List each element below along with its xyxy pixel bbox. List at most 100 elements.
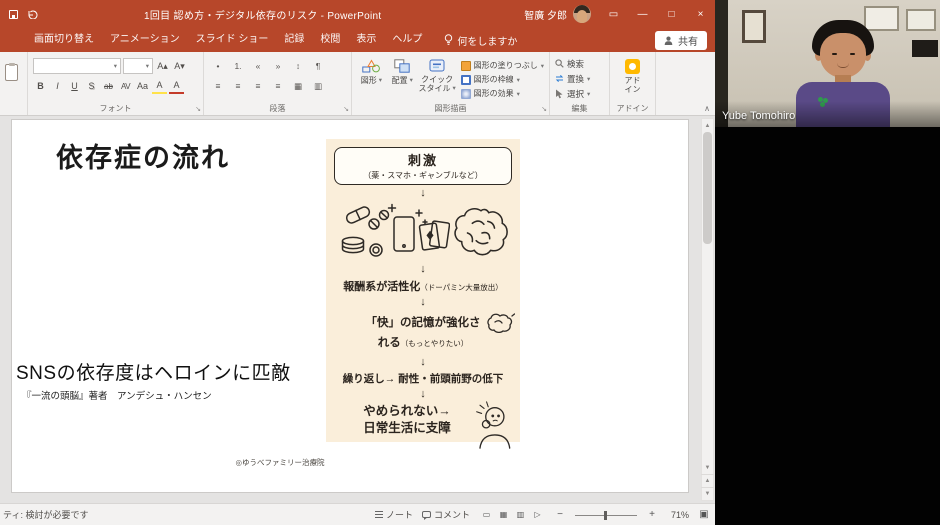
dialog-launcher-icon[interactable]: ↘ xyxy=(541,105,547,113)
zoom-slider[interactable] xyxy=(575,509,637,521)
quick-access-toolbar xyxy=(0,10,38,19)
fit-slide-button[interactable]: ▣ xyxy=(698,509,710,520)
font-format-button[interactable]: Aa xyxy=(135,78,150,95)
font-format-button[interactable]: A xyxy=(152,79,167,94)
addins-group: アド イン アドイン xyxy=(610,52,656,115)
alignment-button[interactable]: ≡ xyxy=(269,78,287,95)
notes-button[interactable]: ノート xyxy=(375,508,413,521)
scroll-up-button[interactable]: ▲ xyxy=(701,119,714,132)
comments-button[interactable]: コメント xyxy=(422,508,470,521)
paragraph-button[interactable]: « xyxy=(249,58,267,75)
font-format-button[interactable]: A xyxy=(169,79,184,94)
collapse-ribbon-button[interactable]: ∧ xyxy=(704,104,710,113)
zoom-out-button[interactable]: − xyxy=(554,509,566,520)
addiction-flowchart[interactable]: 刺激 （薬・スマホ・ギャンブルなど） ↓ xyxy=(326,139,520,442)
user-avatar[interactable] xyxy=(573,5,591,23)
paragraph-button[interactable]: ¶ xyxy=(309,58,327,75)
video-thumbnail[interactable]: Yube Tomohiro xyxy=(715,0,940,127)
alignment-button[interactable]: ▥ xyxy=(309,78,327,95)
scrollbar-thumb[interactable] xyxy=(703,132,712,244)
share-button[interactable]: 共有 xyxy=(655,31,707,50)
scroll-down-button[interactable]: ▼ xyxy=(701,461,714,474)
quick-styles-icon xyxy=(429,59,445,72)
down-arrow: ↓ xyxy=(420,188,426,199)
paragraph-button[interactable]: • xyxy=(209,58,227,75)
alignment-button[interactable]: ≡ xyxy=(249,78,267,95)
quick-styles-button[interactable]: クイック スタイル▾ xyxy=(419,56,456,100)
slide-claim-text[interactable]: SNSの依存度はヘロインに匹敵 xyxy=(16,358,291,385)
chevron-down-icon: ▾ xyxy=(146,62,149,70)
title-bar: 1回目 認め方・デジタル依存のリスク - PowerPoint 智廣 夕郎 ▭ … xyxy=(0,0,715,28)
pills-coins-cards-phone-icon xyxy=(338,203,450,261)
font-format-button[interactable]: AV xyxy=(118,78,133,95)
slide-title[interactable]: 依存症の流れ xyxy=(56,136,230,175)
maximize-button[interactable]: □ xyxy=(657,0,686,28)
font-format-button[interactable]: B xyxy=(33,78,48,95)
font-size-select[interactable]: ▾ xyxy=(123,58,153,74)
paste-button[interactable] xyxy=(5,64,18,81)
editing-group-label: 編集 xyxy=(550,103,609,114)
addins-button[interactable]: アド イン xyxy=(615,56,650,94)
tell-me-box[interactable]: 何をしますか xyxy=(444,33,517,48)
close-button[interactable]: × xyxy=(686,0,715,28)
scrollbar-track[interactable] xyxy=(701,132,714,461)
paragraph-group: •1.«»↕¶ ≡≡≡≡▦▥ 段落 ↘ xyxy=(204,52,352,115)
shape-fill-button[interactable]: 図形の塗りつぶし ▾ xyxy=(461,59,544,72)
slide[interactable]: 依存症の流れ SNSの依存度はヘロインに匹敵 『一流の頭脳』著者 アンデシュ・ハ… xyxy=(12,120,688,492)
ribbon-tab[interactable]: 表示 xyxy=(348,28,384,52)
alignment-button[interactable]: ▦ xyxy=(289,78,307,95)
slide-claim-source[interactable]: 『一流の頭脳』著者 アンデシュ・ハンセン xyxy=(22,388,212,402)
account-chip[interactable]: 智廣 夕郎 xyxy=(516,5,599,23)
undo-icon[interactable] xyxy=(27,10,38,19)
view-button[interactable]: ▥ xyxy=(513,507,528,523)
previous-slide-button[interactable]: ▲ xyxy=(701,474,714,487)
minimize-button[interactable]: — xyxy=(628,0,657,28)
shape-outline-button[interactable]: 図形の枠線 ▾ xyxy=(461,73,544,86)
font-format-button[interactable]: ab xyxy=(101,78,116,95)
participant-eye xyxy=(850,53,855,55)
ribbon-display-options-button[interactable]: ▭ xyxy=(599,0,628,28)
dialog-launcher-icon[interactable]: ↘ xyxy=(195,105,201,113)
save-icon[interactable] xyxy=(9,10,18,19)
font-format-button[interactable]: S xyxy=(84,78,99,95)
arrange-icon xyxy=(394,59,410,73)
shape-effects-button[interactable]: 図形の効果 ▾ xyxy=(461,87,544,100)
arrange-button[interactable]: 配置▾ xyxy=(388,56,417,100)
view-button[interactable]: ▦ xyxy=(496,507,511,523)
paragraph-button[interactable]: 1. xyxy=(229,58,247,75)
ribbon-tab[interactable]: 記録 xyxy=(276,28,312,52)
grow-font-button[interactable]: A▴ xyxy=(155,58,170,75)
slide-canvas[interactable]: 依存症の流れ SNSの依存度はヘロインに匹敵 『一流の頭脳』著者 アンデシュ・ハ… xyxy=(0,116,715,503)
shapes-button[interactable]: 図形▾ xyxy=(357,56,386,100)
view-switcher: ▭▦▥▷ xyxy=(479,507,545,523)
alignment-button[interactable]: ≡ xyxy=(209,78,227,95)
view-button[interactable]: ▭ xyxy=(479,507,494,523)
ribbon-tab[interactable]: ヘルプ xyxy=(384,28,430,52)
ribbon-tab[interactable]: スライド ショー xyxy=(188,28,277,52)
paragraph-button[interactable]: ↕ xyxy=(289,58,307,75)
zoom-slider-thumb[interactable] xyxy=(604,511,607,520)
font-format-button[interactable]: I xyxy=(50,78,65,95)
dialog-launcher-icon[interactable]: ↘ xyxy=(343,105,349,113)
account-name: 智廣 夕郎 xyxy=(524,7,567,22)
view-button[interactable]: ▷ xyxy=(530,507,545,523)
replace-button[interactable]: 置換 ▾ xyxy=(555,71,590,86)
shrink-font-button[interactable]: A▾ xyxy=(172,58,187,75)
replace-icon xyxy=(555,74,564,83)
zoom-in-button[interactable]: + xyxy=(646,509,658,520)
paragraph-button[interactable]: » xyxy=(269,58,287,75)
select-button[interactable]: 選択 ▾ xyxy=(555,86,590,101)
next-slide-button[interactable]: ▼ xyxy=(701,487,714,500)
ribbon-tab[interactable]: 画面切り替え xyxy=(26,28,102,52)
font-format-button[interactable]: U xyxy=(67,78,82,95)
paragraph-row-1: •1.«»↕¶ xyxy=(209,56,346,76)
ribbon-tab[interactable]: アニメーション xyxy=(102,28,188,52)
find-button[interactable]: 検索 xyxy=(555,56,584,71)
cant-stop-step: やめられない→ 日常生活に支障 xyxy=(333,403,513,436)
alignment-button[interactable]: ≡ xyxy=(229,78,247,95)
font-name-select[interactable]: ▾ xyxy=(33,58,121,74)
ribbon-tab[interactable]: 校閲 xyxy=(312,28,348,52)
accessibility-status[interactable]: ティ: 検討が必要です xyxy=(0,508,88,521)
zoom-level[interactable]: 71% xyxy=(667,510,689,520)
vertical-scrollbar[interactable]: ▲ ▼ ▲ ▼ xyxy=(701,118,714,501)
